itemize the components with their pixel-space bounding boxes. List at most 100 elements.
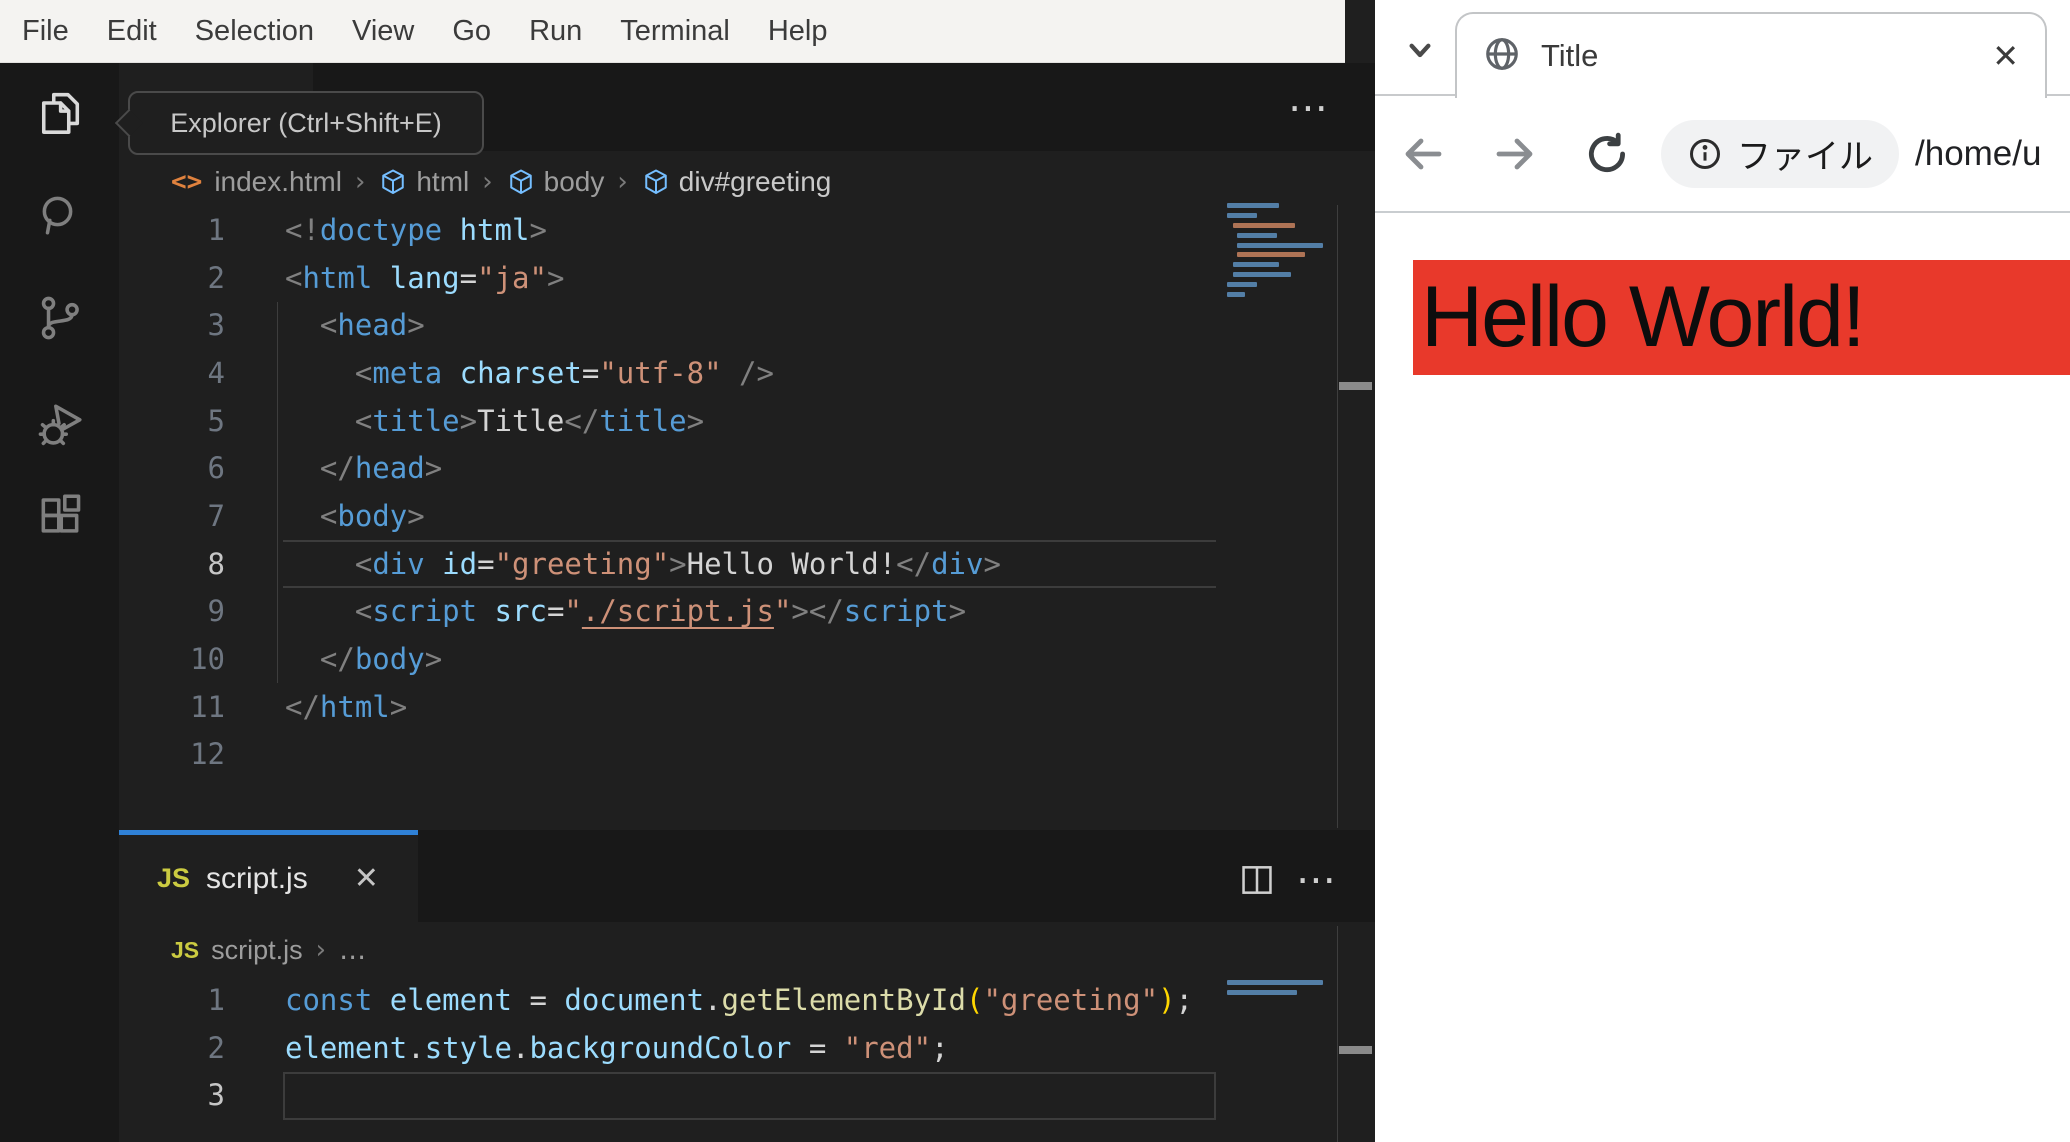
code-line[interactable]: 12: [119, 731, 1225, 779]
breadcrumb-more[interactable]: …: [339, 935, 366, 966]
js-file-icon: JS: [157, 863, 191, 893]
chevron-right-icon: ›: [315, 935, 327, 965]
breadcrumb-html[interactable]: html: [416, 166, 469, 198]
line-number[interactable]: 5: [119, 404, 225, 438]
close-tab-icon[interactable]: ✕: [1992, 37, 2019, 75]
menu-help[interactable]: Help: [749, 0, 847, 63]
menu-file[interactable]: File: [3, 0, 88, 63]
code-text: <title>Title</title>: [354, 403, 705, 438]
explorer-tooltip: Explorer (Ctrl+Shift+E): [114, 91, 484, 155]
minimap-line: [1237, 243, 1323, 248]
code-line[interactable]: 6 </head>: [119, 444, 1225, 492]
editor-more-actions[interactable]: ⋯: [1288, 88, 1328, 128]
code-line[interactable]: 11 </html>: [119, 683, 1225, 731]
menu-selection[interactable]: Selection: [176, 0, 333, 63]
search-icon[interactable]: [35, 190, 85, 240]
indent-guide: [277, 302, 278, 683]
code-text: <head>: [319, 308, 425, 343]
code-text: element.style.backgroundColor = "red";: [285, 1030, 949, 1065]
code-text: </head>: [319, 451, 443, 486]
site-info-label: ファイル: [1737, 138, 1873, 176]
code-line[interactable]: 1 const element = document.getElementById…: [119, 976, 1225, 1024]
line-number[interactable]: 12: [119, 737, 225, 771]
breadcrumb-file-js[interactable]: script.js: [211, 935, 303, 966]
symbol-cube-icon: [378, 167, 408, 197]
line-number[interactable]: 11: [119, 690, 225, 724]
browser-tab[interactable]: Title ✕: [1455, 12, 2047, 98]
tab-script-js[interactable]: JS script.js ✕: [119, 830, 418, 922]
vscode-window: File Edit Selection View Go Run Terminal…: [0, 0, 1375, 1142]
code-line[interactable]: 2 element.style.backgroundColor = "red";: [119, 1024, 1225, 1072]
line-number[interactable]: 2: [119, 1031, 225, 1065]
chevron-right-icon: ›: [482, 167, 493, 197]
html-file-icon: <>: [171, 167, 203, 197]
line-number[interactable]: 2: [119, 261, 225, 295]
line-number[interactable]: 4: [119, 356, 225, 390]
line-number[interactable]: 8: [119, 547, 225, 581]
source-control-icon[interactable]: [35, 293, 85, 343]
forward-icon[interactable]: [1491, 130, 1539, 178]
line-number[interactable]: 10: [119, 642, 225, 676]
browser-tab-strip: Title ✕: [1375, 0, 2070, 98]
code-line[interactable]: 2 <html lang="ja">: [119, 254, 1225, 302]
line-number[interactable]: 3: [119, 1078, 225, 1112]
split-editor-icon[interactable]: [1238, 861, 1276, 904]
line-number[interactable]: 1: [119, 983, 225, 1017]
line-number[interactable]: 6: [119, 451, 225, 485]
tab-label: script.js: [206, 861, 308, 895]
js-code[interactable]: 1 const element = document.getElementById…: [119, 976, 1225, 1119]
hello-banner: Hello World!: [1413, 260, 2070, 375]
line-number[interactable]: 3: [119, 308, 225, 342]
scrollbar-thumb[interactable]: [1339, 382, 1372, 390]
line-number[interactable]: 9: [119, 594, 225, 628]
line-number[interactable]: 7: [119, 499, 225, 533]
run-debug-icon[interactable]: [35, 400, 85, 450]
code-line[interactable]: 10 </body>: [119, 635, 1225, 683]
minimap-line: [1227, 990, 1297, 995]
chevron-right-icon: ›: [617, 167, 628, 197]
minimap[interactable]: [1225, 196, 1329, 311]
code-text: </html>: [285, 689, 408, 724]
scrollbar-thumb[interactable]: [1339, 1046, 1372, 1054]
browser-window: Title ✕ ファイル /home/u Hello World!: [1375, 0, 2070, 1142]
menu-edit[interactable]: Edit: [88, 0, 176, 63]
line-number[interactable]: 1: [119, 213, 225, 247]
explorer-icon[interactable]: [35, 88, 85, 138]
back-icon[interactable]: [1399, 130, 1447, 178]
menu-view[interactable]: View: [333, 0, 433, 63]
tab-search-chevron-icon[interactable]: [1400, 30, 1440, 70]
minimap-line: [1227, 292, 1245, 297]
menu-terminal[interactable]: Terminal: [601, 0, 749, 63]
info-icon: [1690, 138, 1720, 169]
globe-icon: [1483, 35, 1521, 78]
code-line[interactable]: 5 <title>Title</title>: [119, 397, 1225, 445]
panel-more-actions[interactable]: ⋯: [1296, 860, 1336, 900]
breadcrumb-file[interactable]: index.html: [214, 166, 342, 198]
html-code[interactable]: 1 <!doctype html> 2 <html lang="ja"> 3 <head…: [119, 206, 1225, 778]
breadcrumb-body[interactable]: body: [544, 166, 605, 198]
minimap[interactable]: [1225, 976, 1329, 1016]
code-line[interactable]: 3 <head>: [119, 301, 1225, 349]
code-line[interactable]: 3: [119, 1071, 1225, 1119]
address-url[interactable]: /home/u: [1915, 134, 2070, 174]
site-info-chip[interactable]: ファイル: [1661, 119, 1899, 188]
reload-icon[interactable]: [1583, 130, 1631, 178]
code-line[interactable]: 4 <meta charset="utf-8" />: [119, 349, 1225, 397]
symbol-cube-icon: [641, 167, 671, 197]
code-line[interactable]: 7 <body>: [119, 492, 1225, 540]
browser-viewport: Hello World!: [1375, 213, 2070, 1142]
breadcrumb-div-greeting[interactable]: div#greeting: [679, 166, 832, 198]
menu-go[interactable]: Go: [433, 0, 510, 63]
js-file-icon: JS: [171, 936, 200, 963]
menubar: File Edit Selection View Go Run Terminal…: [0, 0, 1345, 63]
menu-run[interactable]: Run: [510, 0, 601, 63]
activity-bar: [0, 63, 119, 1142]
code-line[interactable]: 9 <script src="./script.js"></script>: [119, 588, 1225, 636]
code-line[interactable]: 1 <!doctype html>: [119, 206, 1225, 254]
close-tab-icon[interactable]: ✕: [354, 861, 379, 896]
breadcrumb-js: JS script.js › …: [171, 928, 366, 972]
code-text: <html lang="ja">: [285, 260, 565, 295]
tooltip-text: Explorer (Ctrl+Shift+E): [170, 107, 442, 138]
extensions-icon[interactable]: [35, 490, 85, 540]
code-line[interactable]: 8 <div id="greeting">Hello World!</div>: [119, 540, 1225, 588]
